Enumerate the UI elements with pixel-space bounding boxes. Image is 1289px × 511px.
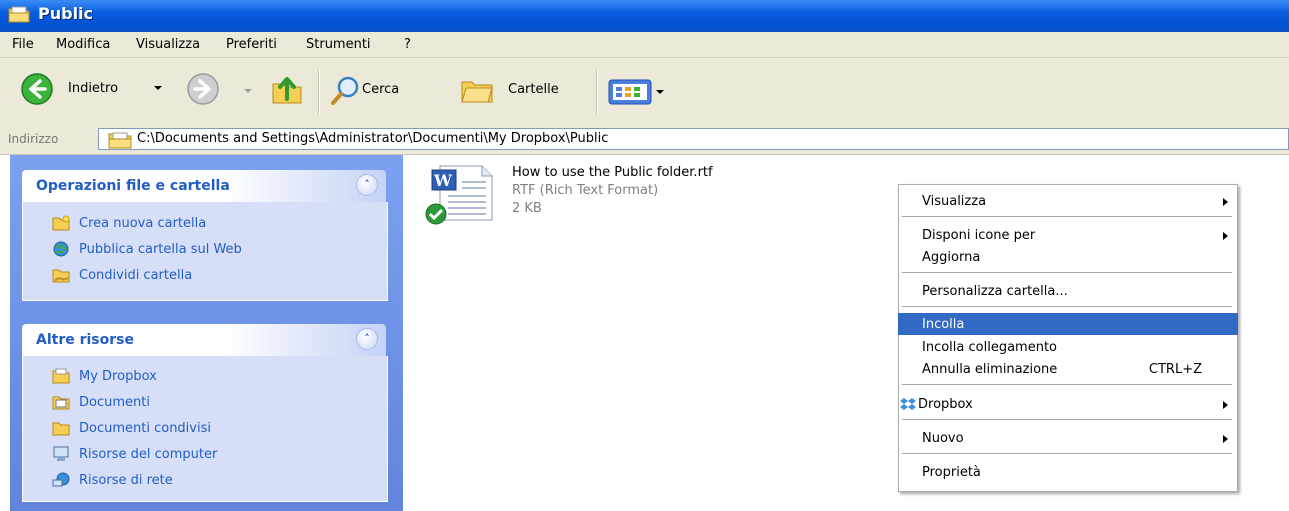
ctx-label: Incolla collegamento [922,340,1057,355]
ctx-label: Aggiorna [922,250,981,265]
collapse-other-places-icon[interactable]: ˄ [356,328,378,350]
ctx-label: Visualizza [922,194,987,209]
place-link-my-dropbox[interactable]: My Dropbox [79,369,157,384]
dropbox-folder-icon [52,368,70,384]
ctx-label: Dropbox [918,397,973,412]
submenu-arrow-icon [1223,401,1228,409]
back-button[interactable]: Indietro [14,68,162,110]
ctx-separator [902,419,1232,420]
folders-label: Cartelle [508,82,559,97]
file-type: RTF (Rich Text Format) [512,183,659,198]
address-folder-icon [108,132,132,149]
ctx-label: Incolla [922,317,965,332]
network-icon [52,472,70,487]
my-computer-icon [53,446,69,461]
ctx-item-visualizza[interactable]: Visualizza [898,190,1238,212]
back-dropdown-icon[interactable] [154,86,162,90]
task-link-publish-web[interactable]: Pubblica cartella sul Web [79,242,242,257]
menu-help[interactable]: ? [404,37,411,52]
folders-button[interactable]: Cartelle [458,72,588,108]
title-bar[interactable] [0,0,1289,32]
place-link-my-computer[interactable]: Risorse del computer [79,447,217,462]
file-size: 2 KB [512,201,542,216]
ctx-label: Nuovo [922,431,964,446]
submenu-arrow-icon [1223,198,1228,206]
forward-dropdown-icon[interactable] [244,89,252,93]
word-document-icon: W [425,165,493,225]
menu-modifica[interactable]: Modifica [56,37,110,52]
views-dropdown-icon [656,90,664,94]
search-label: Cerca [362,82,400,97]
ctx-label: Disponi icone per [922,228,1036,243]
menu-file[interactable]: File [12,37,34,52]
ctx-label: Annulla eliminazione [922,362,1058,377]
window-title: Public [38,4,94,23]
ctx-item-aggiorna[interactable]: Aggiorna [898,246,1238,268]
new-folder-icon [52,215,70,231]
publish-web-icon [53,241,69,257]
menu-bar: File Modifica Visualizza Preferiti Strum… [0,32,1289,58]
menu-strumenti[interactable]: Strumenti [306,37,371,52]
views-button[interactable] [608,79,664,105]
ctx-item-nuovo[interactable]: Nuovo [898,427,1238,449]
file-tasks-title: Operazioni file e cartella [36,178,230,194]
place-link-documents[interactable]: Documenti [79,395,150,410]
ctx-label: Proprietà [922,465,981,480]
ctx-label: Personalizza cartella... [922,284,1068,299]
place-link-network[interactable]: Risorse di rete [79,473,173,488]
submenu-arrow-icon [1223,435,1228,443]
task-link-share-folder[interactable]: Condividi cartella [79,268,192,283]
address-path: C:\Documents and Settings\Administrator\… [137,131,609,146]
search-button[interactable]: Cerca [330,72,440,108]
file-name: How to use the Public folder.rtf [512,165,713,180]
folders-icon [461,81,493,103]
up-folder-icon[interactable] [270,74,304,106]
documents-icon [52,396,70,410]
menu-visualizza[interactable]: Visualizza [136,37,200,52]
ctx-separator [902,272,1232,273]
ctx-separator [902,216,1232,217]
ctx-item-annulla-eliminazione[interactable]: Annulla eliminazione CTRL+Z [898,358,1238,380]
ctx-separator [902,306,1232,307]
back-arrow-icon [21,73,53,105]
place-link-shared-documents[interactable]: Documenti condivisi [79,421,211,436]
ctx-separator [902,384,1232,385]
svg-text:W: W [433,171,453,190]
dropbox-icon [900,398,916,410]
other-places-title: Altre risorse [36,332,134,348]
ctx-item-dropbox[interactable]: Dropbox [898,393,1238,415]
task-link-new-folder[interactable]: Crea nuova cartella [79,216,206,231]
menu-preferiti[interactable]: Preferiti [226,37,277,52]
folder-icon [8,6,30,23]
ctx-shortcut: CTRL+Z [1148,362,1202,377]
back-label: Indietro [68,81,119,96]
address-label: Indirizzo [8,132,59,146]
shared-documents-icon [52,422,70,436]
ctx-item-personalizza[interactable]: Personalizza cartella... [898,280,1238,302]
collapse-file-tasks-icon[interactable]: ˄ [356,174,378,196]
ctx-separator [902,453,1232,454]
ctx-item-disponi-icone[interactable]: Disponi icone per [898,224,1238,246]
forward-arrow-icon[interactable] [186,72,220,106]
ctx-item-incolla[interactable]: Incolla [898,313,1238,335]
share-folder-icon [52,269,70,283]
submenu-arrow-icon [1223,232,1228,240]
views-icon [608,79,652,105]
ctx-item-proprieta[interactable]: Proprietà [898,461,1238,483]
ctx-item-incolla-collegamento[interactable]: Incolla collegamento [898,336,1238,358]
search-icon [331,76,359,105]
